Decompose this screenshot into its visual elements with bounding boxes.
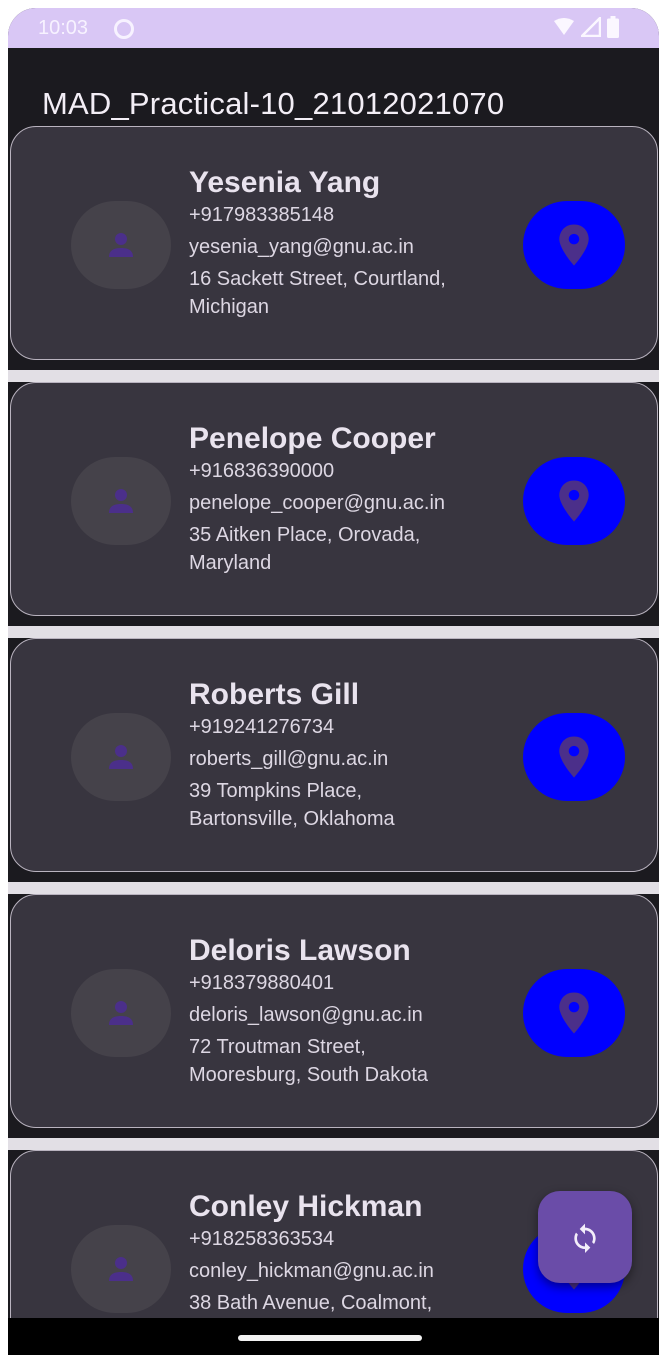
status-time: 10:03 bbox=[38, 17, 89, 39]
map-button[interactable] bbox=[523, 969, 625, 1057]
contact-email: conley_hickman@gnu.ac.in bbox=[189, 1260, 434, 1282]
contact-phone: +918258363534 bbox=[189, 1228, 335, 1250]
contact-name: Penelope Cooper bbox=[189, 422, 436, 455]
contact-address: 16 Sackett Street, Courtland, Michigan bbox=[189, 265, 509, 321]
contact-info: Deloris Lawson +918379880401 deloris_law… bbox=[189, 933, 509, 1089]
contact-name: Deloris Lawson bbox=[189, 934, 411, 967]
avatar bbox=[71, 713, 171, 801]
address-line-2: Mooresburg, South Dakota bbox=[189, 1064, 429, 1086]
contact-info: Yesenia Yang +917983385148 yesenia_yang@… bbox=[189, 165, 509, 321]
contact-card[interactable]: Deloris Lawson +918379880401 deloris_law… bbox=[10, 894, 658, 1128]
address-line-1: 38 Bath Avenue, Coalmont, bbox=[189, 1292, 433, 1314]
map-button[interactable] bbox=[523, 457, 625, 545]
contact-address: 38 Bath Avenue, Coalmont, bbox=[189, 1289, 509, 1317]
signal-icon bbox=[581, 17, 601, 37]
status-icons bbox=[553, 16, 619, 38]
contact-address: 35 Aitken Place, Orovada, Maryland bbox=[189, 521, 509, 577]
person-icon bbox=[109, 745, 133, 769]
person-icon bbox=[109, 233, 133, 257]
list-item[interactable]: Deloris Lawson +918379880401 deloris_law… bbox=[8, 894, 659, 1138]
contact-address: 72 Troutman Street, Mooresburg, South Da… bbox=[189, 1033, 509, 1089]
contact-email: penelope_cooper@gnu.ac.in bbox=[189, 492, 446, 514]
address-line-1: 16 Sackett Street, Courtland, bbox=[189, 268, 446, 290]
map-button[interactable] bbox=[523, 201, 625, 289]
contact-email: yesenia_yang@gnu.ac.in bbox=[189, 236, 414, 258]
status-bar: 10:03 bbox=[8, 8, 659, 48]
contact-name: Yesenia Yang bbox=[189, 166, 381, 199]
contact-info: Penelope Cooper +916836390000 penelope_c… bbox=[189, 421, 509, 577]
contact-card[interactable]: Penelope Cooper +916836390000 penelope_c… bbox=[10, 382, 658, 616]
page-title: MAD_Practical-10_21012021070 bbox=[42, 86, 505, 121]
list-item[interactable]: Penelope Cooper +916836390000 penelope_c… bbox=[8, 382, 659, 626]
address-line-1: 72 Troutman Street, bbox=[189, 1036, 366, 1058]
refresh-button[interactable] bbox=[538, 1191, 632, 1283]
refresh-icon bbox=[574, 1223, 596, 1253]
location-pin-icon bbox=[559, 224, 589, 266]
address-line-2: Bartonsville, Oklahoma bbox=[189, 808, 395, 830]
list-item[interactable]: Roberts Gill +919241276734 roberts_gill@… bbox=[8, 638, 659, 882]
navigation-bar bbox=[8, 1318, 659, 1355]
avatar bbox=[71, 1225, 171, 1313]
contact-email: deloris_lawson@gnu.ac.in bbox=[189, 1004, 423, 1026]
list-item[interactable]: Yesenia Yang +917983385148 yesenia_yang@… bbox=[8, 126, 659, 370]
divider bbox=[8, 626, 659, 638]
avatar bbox=[71, 969, 171, 1057]
contact-name: Conley Hickman bbox=[189, 1190, 423, 1223]
contact-phone: +918379880401 bbox=[189, 972, 335, 994]
address-line-1: 35 Aitken Place, Orovada, bbox=[189, 524, 421, 546]
person-icon bbox=[109, 489, 133, 513]
location-pin-icon bbox=[559, 480, 589, 522]
contact-email: roberts_gill@gnu.ac.in bbox=[189, 748, 389, 770]
address-line-2: Maryland bbox=[189, 552, 272, 574]
contact-phone: +917983385148 bbox=[189, 204, 335, 226]
contact-phone: +916836390000 bbox=[189, 460, 335, 482]
contact-phone: +919241276734 bbox=[189, 716, 335, 738]
address-line-2: Michigan bbox=[189, 296, 270, 318]
device-screen: 10:03 MAD_Practical-10_21012021070 Yesen… bbox=[8, 8, 659, 1355]
divider bbox=[8, 1138, 659, 1150]
contact-info: Roberts Gill +919241276734 roberts_gill@… bbox=[189, 677, 509, 833]
location-pin-icon bbox=[559, 992, 589, 1034]
person-icon bbox=[109, 1257, 133, 1281]
location-pin-icon bbox=[559, 736, 589, 778]
avatar bbox=[71, 457, 171, 545]
contact-address: 39 Tompkins Place, Bartonsville, Oklahom… bbox=[189, 777, 509, 833]
contact-name: Roberts Gill bbox=[189, 678, 360, 711]
contact-card[interactable]: Yesenia Yang +917983385148 yesenia_yang@… bbox=[10, 126, 658, 360]
contact-info: Conley Hickman +918258363534 conley_hick… bbox=[189, 1189, 509, 1317]
avatar bbox=[71, 201, 171, 289]
map-button[interactable] bbox=[523, 713, 625, 801]
address-line-1: 39 Tompkins Place, bbox=[189, 780, 363, 802]
person-icon bbox=[109, 1001, 133, 1025]
notification-circle-icon bbox=[114, 19, 134, 39]
divider bbox=[8, 370, 659, 382]
battery-icon bbox=[607, 16, 619, 38]
home-gesture-handle[interactable] bbox=[238, 1335, 422, 1341]
wifi-icon bbox=[554, 18, 574, 35]
contact-card[interactable]: Roberts Gill +919241276734 roberts_gill@… bbox=[10, 638, 658, 872]
divider bbox=[8, 882, 659, 894]
